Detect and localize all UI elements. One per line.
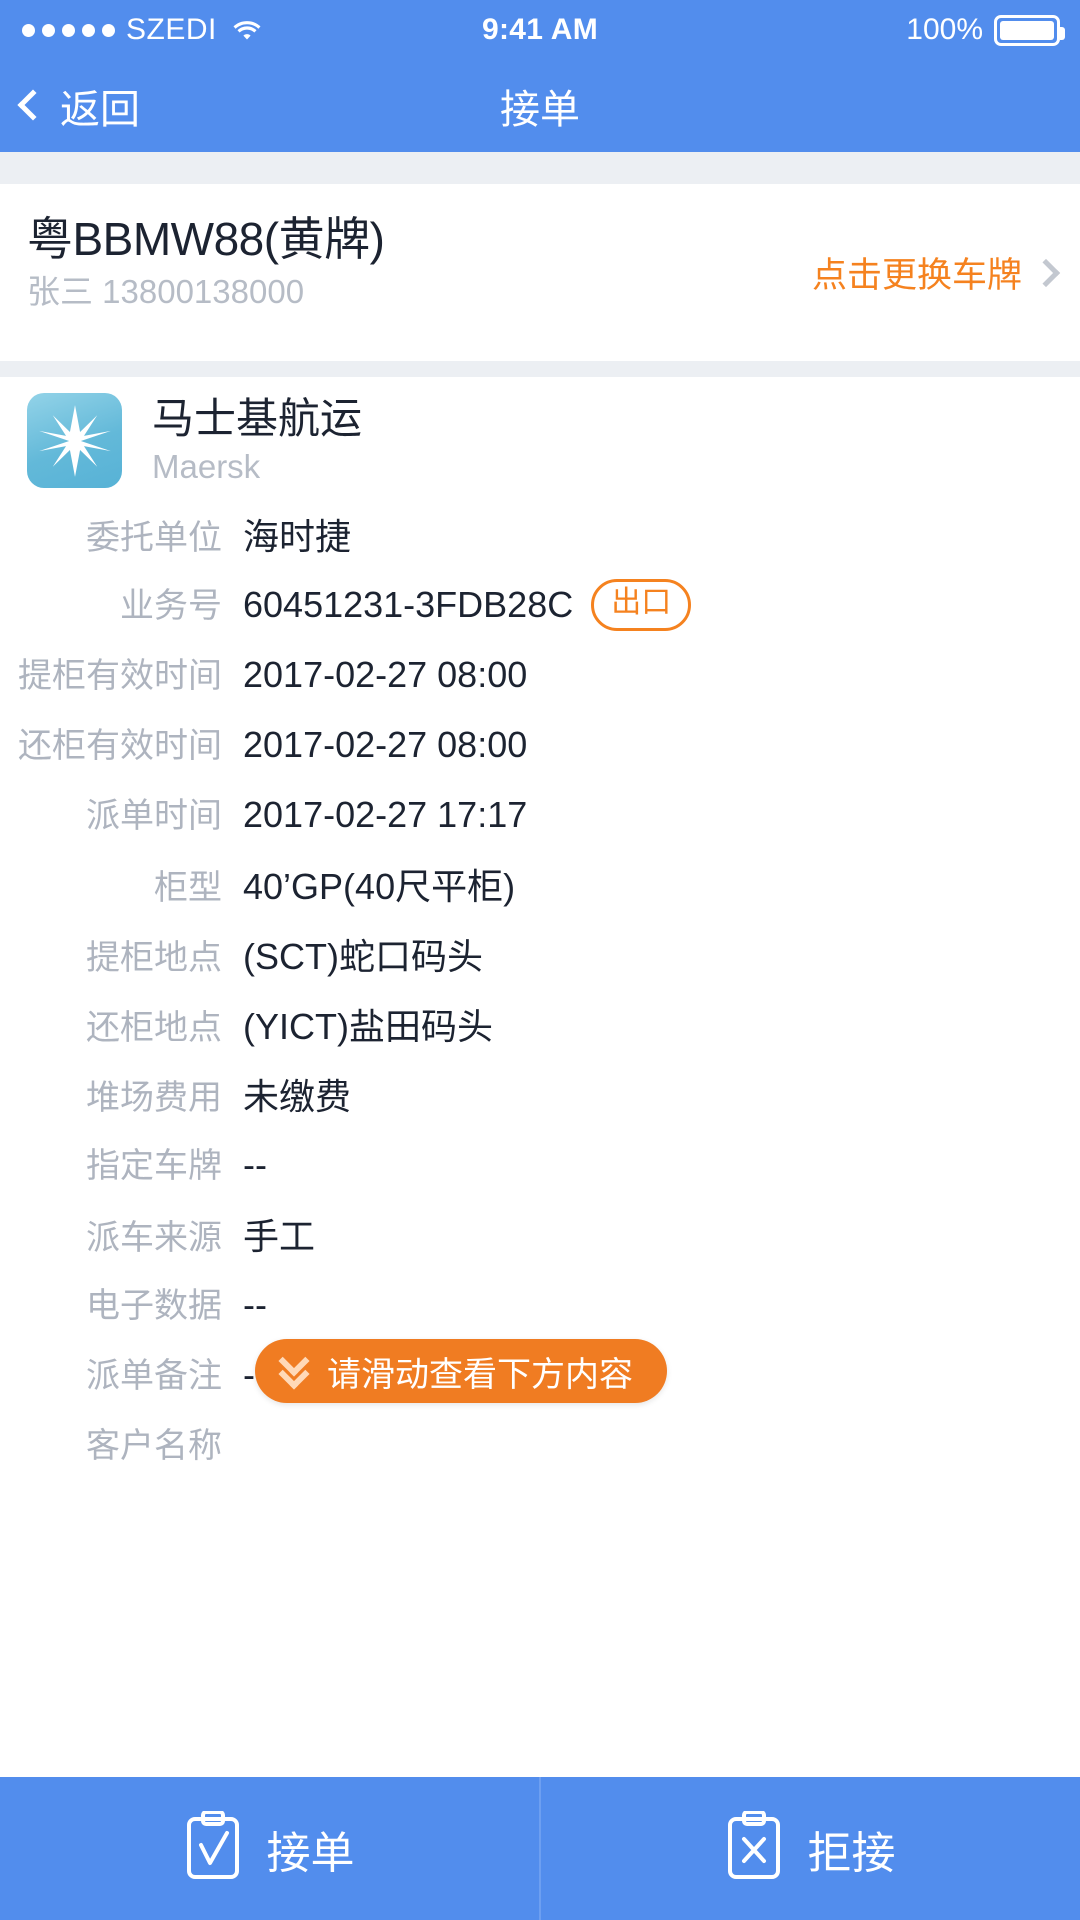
detail-row-label: 提柜有效时间 — [18, 657, 222, 695]
change-plate-button[interactable]: 点击更换车牌 — [811, 184, 1061, 361]
detail-row-value: 海时捷 — [243, 508, 351, 560]
carrier-brand: 马士基航运 Maersk — [0, 377, 1080, 494]
detail-row-label: 堆场费用 — [86, 1079, 222, 1117]
detail-row: 电子数据 -- — [0, 1278, 1080, 1348]
detail-row-label: 业务号 — [120, 587, 222, 625]
detail-row-value-text: -- — [243, 1284, 267, 1325]
detail-row: 派车来源 手工 — [0, 1208, 1080, 1278]
detail-row: 派单时间 2017-02-27 17:17 — [0, 788, 1080, 858]
status-bar-right: 100% — [906, 13, 1065, 47]
carrier-brand-text: 马士基航运 Maersk — [152, 395, 362, 487]
order-detail-card: 马士基航运 Maersk 委托单位 海时捷 业务号 60451231-3FDB28C 出… — [0, 377, 1080, 1777]
plate-number: 粤BBMW88(黄牌) — [27, 213, 385, 265]
detail-row-label: 提柜地点 — [86, 939, 222, 977]
navigation-bar: 返回 接单 — [0, 60, 1080, 152]
detail-row: 堆场费用 未缴费 — [0, 1068, 1080, 1138]
detail-row-value: 60451231-3FDB28C 出口 — [243, 579, 692, 631]
change-plate-label: 点击更换车牌 — [811, 256, 1022, 295]
detail-row-label: 柜型 — [154, 869, 222, 907]
detail-row-label: 还柜地点 — [86, 1009, 222, 1047]
detail-row-value-text: 40’GP(40尺平柜) — [243, 866, 516, 907]
detail-row-value: (SCT)蛇口码头 — [243, 928, 483, 980]
detail-row-value: 手工 — [243, 1208, 315, 1260]
bottom-action-reject-button[interactable]: 拒接 — [539, 1777, 1080, 1920]
detail-row-label: 派单时间 — [86, 797, 222, 835]
detail-row-label: 委托单位 — [86, 519, 222, 557]
detail-row: 提柜有效时间 2017-02-27 08:00 — [0, 648, 1080, 718]
detail-row-value: 2017-02-27 08:00 — [243, 654, 527, 696]
detail-row-value-text: 未缴费 — [243, 1076, 352, 1117]
detail-row: 柜型 40’GP(40尺平柜) — [0, 858, 1080, 928]
detail-row-value-text: 2017-02-27 17:17 — [243, 794, 528, 835]
detail-row-value-text: 手工 — [243, 1216, 316, 1257]
battery-percent-label: 100% — [906, 13, 983, 46]
detail-row-label: 指定车牌 — [86, 1147, 222, 1185]
driver-phone: 13800138000 — [102, 273, 305, 311]
detail-row-value-text: -- — [243, 1144, 267, 1185]
detail-row-value-text: (YICT)盐田码头 — [243, 1006, 493, 1047]
detail-row: 还柜有效时间 2017-02-27 08:00 — [0, 718, 1080, 788]
chevron-right-icon — [1031, 258, 1061, 287]
page-title: 接单 — [500, 88, 580, 132]
section-gap-mid — [0, 361, 1080, 377]
bottom-action-label: 接单 — [266, 1828, 355, 1878]
detail-row-value-text: 海时捷 — [243, 516, 352, 557]
carrier-name-en: Maersk — [152, 447, 261, 485]
scroll-hint-button[interactable]: 请滑动查看下方内容 — [255, 1339, 667, 1403]
status-badge: 出口 — [591, 579, 692, 631]
detail-row-value-text: 2017-02-27 08:00 — [243, 654, 528, 695]
detail-row: 还柜地点 (YICT)盐田码头 — [0, 998, 1080, 1068]
detail-row-value: (YICT)盐田码头 — [243, 998, 493, 1050]
order-accept-screen: SZEDI 9:41 AM 100% 返回 接单 粤BBMW88(黄牌) 张三 … — [0, 0, 1080, 1920]
detail-row-value: 40’GP(40尺平柜) — [243, 858, 515, 910]
chevron-double-down-icon — [278, 1345, 311, 1390]
detail-row: 客户名称 — [0, 1418, 1080, 1488]
detail-row-value: 2017-02-27 08:00 — [243, 724, 527, 766]
section-gap-top — [0, 152, 1080, 184]
detail-row-label: 客户名称 — [86, 1427, 222, 1465]
battery-full-icon — [994, 14, 1065, 46]
vehicle-plate-card[interactable]: 粤BBMW88(黄牌) 张三 13800138000 点击更换车牌 — [0, 184, 1080, 361]
detail-row-value: -- — [243, 1284, 267, 1326]
clipboard-check-icon — [185, 1810, 241, 1886]
detail-row: 提柜地点 (SCT)蛇口码头 — [0, 928, 1080, 998]
detail-row-value-text: 60451231-3FDB28C — [243, 584, 574, 625]
detail-row: 指定车牌 -- — [0, 1138, 1080, 1208]
bottom-action-label: 拒接 — [807, 1828, 896, 1878]
detail-row-label: 派单备注 — [86, 1357, 222, 1395]
detail-row-value: 未缴费 — [243, 1068, 351, 1120]
clipboard-x-icon — [726, 1810, 782, 1886]
detail-row-value-text: 2017-02-27 08:00 — [243, 724, 528, 765]
plate-info: 粤BBMW88(黄牌) 张三 13800138000 — [27, 212, 385, 312]
bottom-action-bar: 接单 拒接 — [0, 1777, 1080, 1920]
detail-row-value: 2017-02-27 17:17 — [243, 794, 527, 836]
carrier-name-cn: 马士基航运 — [152, 394, 363, 442]
detail-row-label: 电子数据 — [86, 1287, 222, 1325]
maersk-star-icon — [27, 393, 122, 488]
detail-row-value: -- — [243, 1144, 267, 1186]
detail-row-label: 派车来源 — [86, 1219, 222, 1257]
driver-name: 张三 — [27, 273, 93, 311]
detail-row-label: 还柜有效时间 — [18, 727, 222, 765]
driver-info: 张三 13800138000 — [27, 273, 384, 312]
scroll-hint-label: 请滑动查看下方内容 — [327, 1355, 633, 1394]
bottom-action-accept-button[interactable]: 接单 — [0, 1777, 539, 1920]
detail-row: 业务号 60451231-3FDB28C 出口 — [0, 578, 1080, 648]
detail-row-value-text: (SCT)蛇口码头 — [243, 936, 483, 977]
status-bar: SZEDI 9:41 AM 100% — [0, 0, 1080, 60]
detail-row: 委托单位 海时捷 — [0, 508, 1080, 578]
